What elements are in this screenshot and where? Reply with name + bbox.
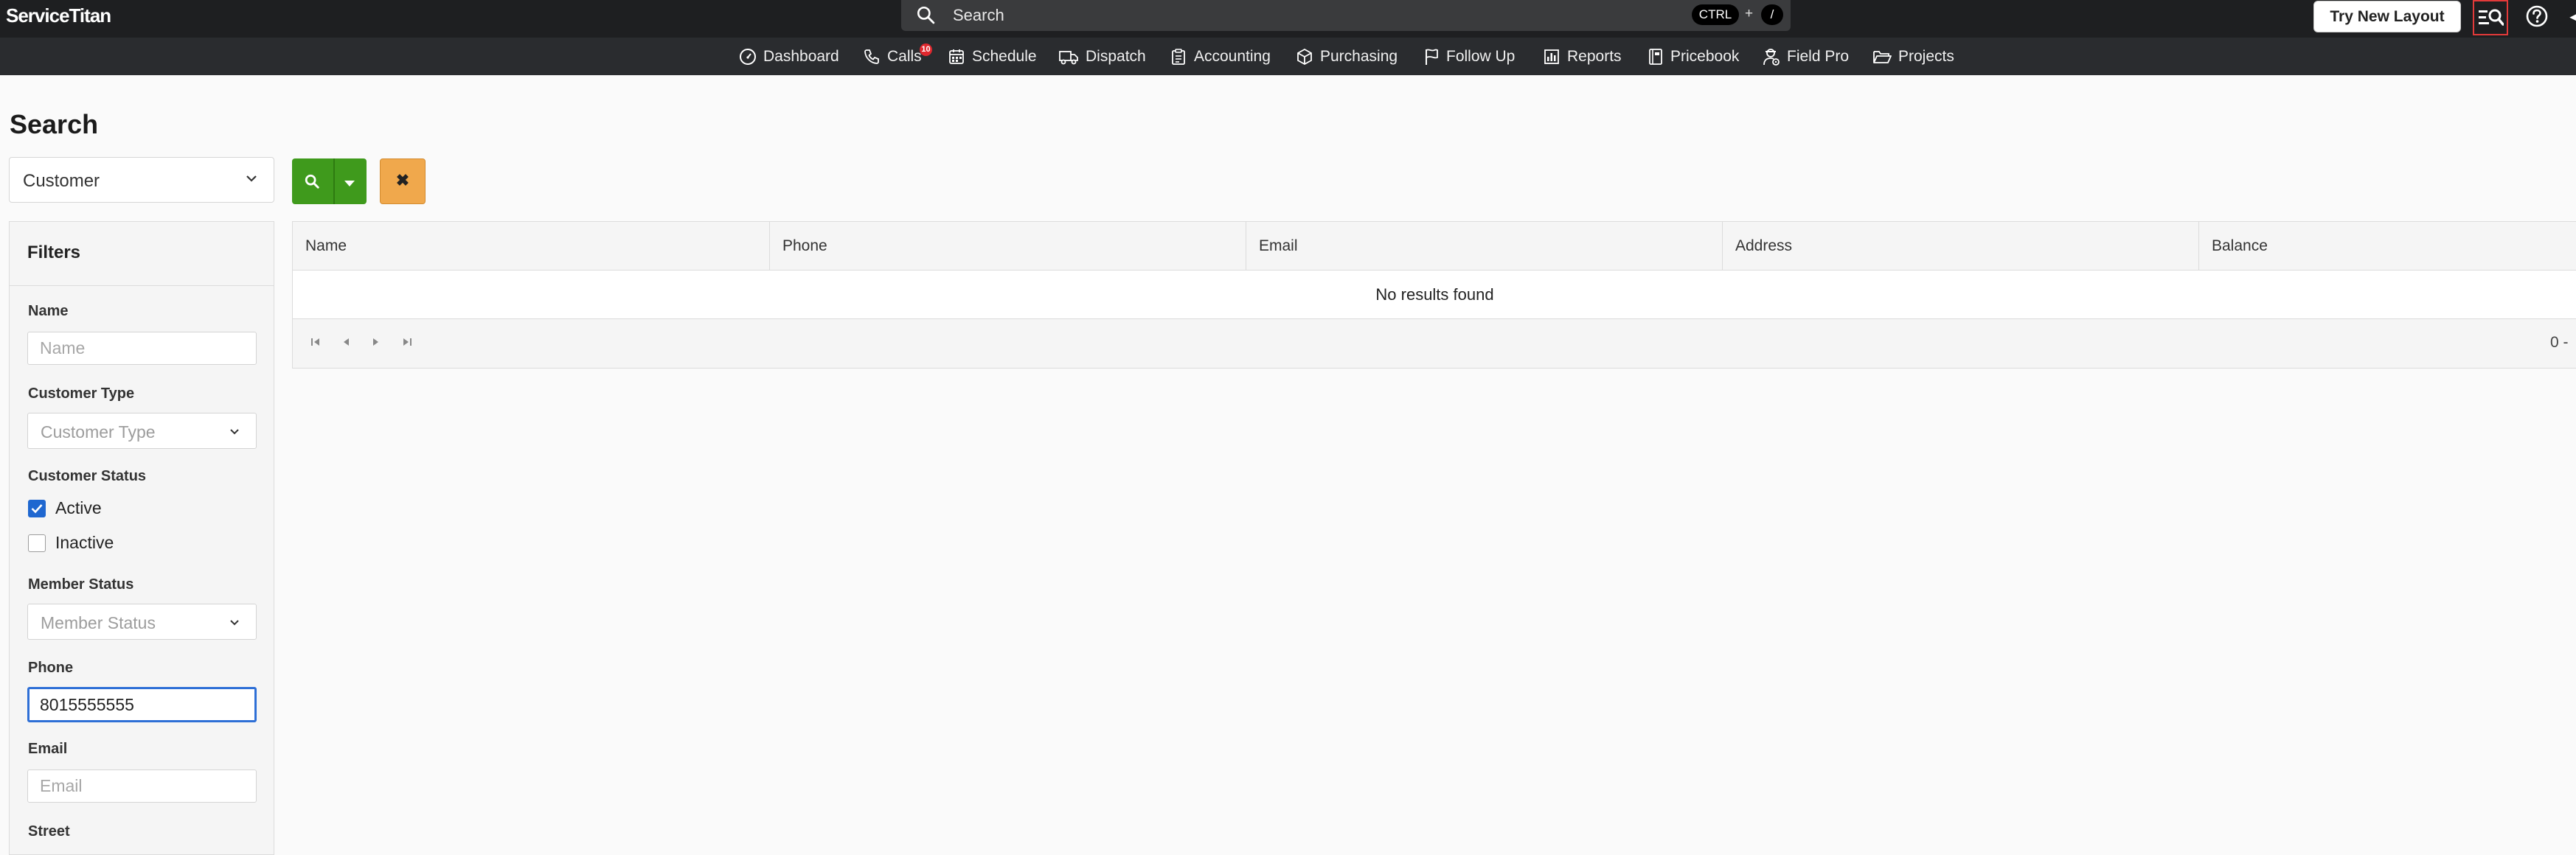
results-grid: Name Phone Email Address Balance No resu…: [292, 221, 2576, 369]
page-title: Search: [10, 109, 99, 139]
nav-label-reports: Reports: [1567, 47, 1622, 65]
customer-type-select[interactable]: Customer Type: [27, 413, 257, 449]
nav-item-dispatch[interactable]: Dispatch: [1058, 38, 1146, 75]
nav-item-follow-up[interactable]: Follow Up: [1423, 38, 1515, 75]
nav-item-calls[interactable]: Calls 10: [863, 38, 932, 75]
last-page-icon[interactable]: [402, 337, 412, 351]
phone-filter-input[interactable]: [27, 687, 257, 722]
grid-header-row: Name Phone Email Address Balance: [293, 222, 2576, 271]
flag-icon: [1426, 49, 1438, 65]
nav-label-accounting: Accounting: [1194, 47, 1271, 65]
chevron-down-icon: [246, 174, 257, 187]
nav-label-field-pro: Field Pro: [1787, 47, 1850, 65]
main-navigation: Dashboard Calls 10 Schedule Dispatch Acc…: [0, 38, 2576, 75]
help-icon: [2526, 5, 2548, 27]
column-header-balance[interactable]: Balance: [2199, 222, 2576, 270]
next-page-icon[interactable]: [372, 337, 381, 351]
bar-chart-icon: [1544, 49, 1559, 64]
street-filter-label: Street: [28, 823, 70, 840]
nav-item-reports[interactable]: Reports: [1543, 38, 1622, 75]
customer-status-label: Customer Status: [28, 468, 147, 484]
customer-type-label: Customer Type: [28, 385, 135, 402]
nav-item-schedule[interactable]: Schedule: [948, 38, 1037, 75]
nav-item-pricebook[interactable]: Pricebook: [1648, 38, 1739, 75]
nav-label-dispatch: Dispatch: [1086, 47, 1146, 65]
shortcut-ctrl-key: CTRL: [1692, 4, 1739, 25]
pager-info: 0 -: [2550, 334, 2569, 351]
nav-label-schedule: Schedule: [972, 47, 1037, 65]
help-button[interactable]: [2525, 4, 2549, 32]
checkbox-unchecked-icon[interactable]: [28, 534, 46, 552]
top-bar: ServiceTitan Search CTRL + / Try New Lay…: [0, 0, 2576, 38]
status-inactive-label: Inactive: [55, 533, 114, 552]
run-search-button[interactable]: [292, 158, 367, 204]
status-active-label: Active: [55, 498, 102, 517]
member-status-select[interactable]: Member Status: [27, 604, 257, 640]
phone-filter-label: Phone: [28, 660, 74, 676]
technician-icon: [1763, 48, 1780, 66]
search-entity-select[interactable]: Customer: [9, 157, 274, 203]
nav-label-pricebook: Pricebook: [1670, 47, 1740, 65]
advanced-search-button[interactable]: [2473, 0, 2508, 35]
name-filter-label: Name: [28, 303, 69, 319]
logo-text: ServiceTitan: [6, 4, 111, 27]
grid-pager: 0 -: [293, 319, 2576, 368]
status-active-checkbox[interactable]: Active: [28, 498, 102, 518]
clear-search-button[interactable]: ✖: [380, 158, 426, 204]
global-search-bar[interactable]: Search CTRL + /: [901, 0, 1791, 31]
member-status-placeholder: Member Status: [41, 613, 156, 632]
previous-page-icon[interactable]: [341, 337, 350, 351]
email-filter-input[interactable]: [27, 770, 257, 803]
name-filter-input[interactable]: [27, 332, 257, 365]
status-inactive-checkbox[interactable]: Inactive: [28, 533, 114, 553]
nav-item-purchasing[interactable]: Purchasing: [1296, 38, 1398, 75]
filters-panel: Filters Name Customer Type Customer Type…: [9, 221, 274, 855]
folder-icon: [1873, 50, 1892, 63]
nav-item-projects[interactable]: Projects: [1872, 38, 1954, 75]
global-search-placeholder: Search: [953, 6, 1004, 24]
nav-label-calls: Calls: [887, 47, 922, 65]
column-header-email[interactable]: Email: [1246, 222, 1723, 270]
truck-icon: [1059, 50, 1078, 64]
column-header-name[interactable]: Name: [293, 222, 770, 270]
caret-down-icon[interactable]: [344, 178, 355, 191]
search-icon: [304, 173, 320, 193]
first-page-icon[interactable]: [310, 337, 321, 351]
try-new-layout-button[interactable]: Try New Layout: [2313, 1, 2461, 32]
chevron-down-icon: [229, 426, 240, 439]
phone-icon: [864, 49, 879, 64]
nav-item-field-pro[interactable]: Field Pro: [1763, 38, 1849, 75]
column-header-phone[interactable]: Phone: [770, 222, 1246, 270]
column-header-address[interactable]: Address: [1723, 222, 2199, 270]
shortcut-slash-key: /: [1761, 4, 1783, 25]
search-icon: [916, 5, 935, 28]
servicetitan-logo[interactable]: ServiceTitan: [6, 4, 111, 27]
nav-label-purchasing: Purchasing: [1320, 47, 1398, 65]
clipboard-icon: [1172, 48, 1185, 65]
book-icon: [1649, 48, 1662, 65]
calls-count-badge: 10: [920, 43, 932, 56]
nav-item-accounting[interactable]: Accounting: [1170, 38, 1271, 75]
filters-title: Filters: [27, 242, 81, 262]
nav-item-dashboard[interactable]: Dashboard: [739, 38, 839, 75]
user-menu-icon[interactable]: ◄: [2566, 7, 2576, 27]
dashboard-icon: [740, 48, 756, 65]
chevron-down-icon: [229, 617, 240, 630]
filters-header: Filters: [10, 222, 274, 286]
customer-type-placeholder: Customer Type: [41, 422, 156, 442]
box-icon: [1297, 48, 1312, 65]
email-filter-label: Email: [28, 741, 68, 757]
checkbox-checked-icon[interactable]: [28, 499, 46, 517]
nav-label-dashboard: Dashboard: [763, 47, 839, 65]
nav-label-follow-up: Follow Up: [1446, 47, 1516, 65]
split-button-divider: [333, 158, 335, 204]
shortcut-plus: +: [1745, 6, 1754, 21]
no-results-message: No results found: [1375, 285, 1494, 304]
nav-label-projects: Projects: [1898, 47, 1954, 65]
search-entity-value: Customer: [23, 171, 100, 191]
calendar-icon: [949, 49, 964, 64]
member-status-label: Member Status: [28, 576, 134, 593]
advanced-search-icon: [2479, 9, 2504, 26]
